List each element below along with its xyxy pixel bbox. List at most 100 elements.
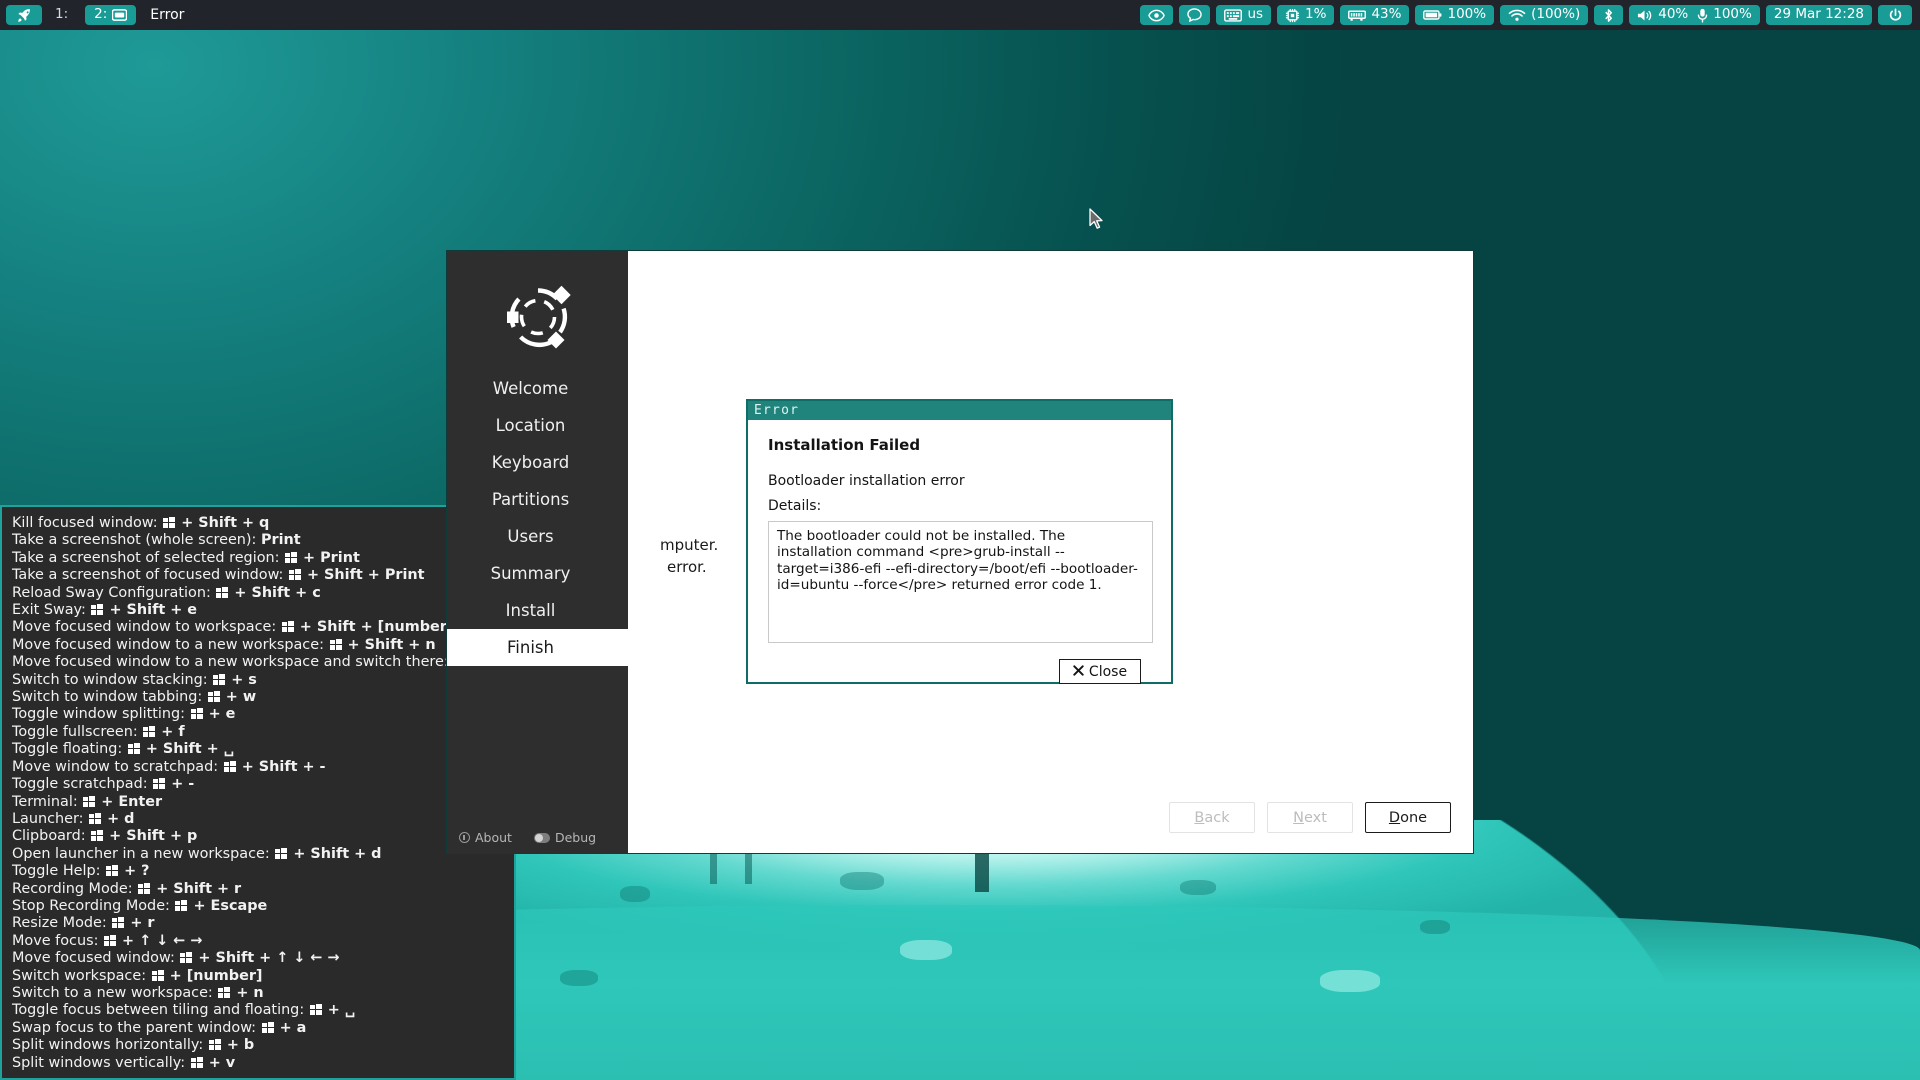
super-key-icon [83,796,95,807]
installer-nav-item-users[interactable]: Users [447,518,628,555]
help-shortcut-keys: + Shift + - [223,759,326,775]
desktop-screen: 1: 2: Error [0,0,1920,1080]
super-key-icon [282,621,294,632]
close-button[interactable]: Close [1059,659,1141,684]
next-button[interactable]: Next [1267,802,1353,833]
installer-nav-label: Summary [491,564,571,583]
focused-window-title: Error [150,7,184,23]
network-label: (100%) [1531,8,1580,22]
bluetooth-indicator[interactable] [1594,5,1623,25]
about-button[interactable]: About [459,830,512,845]
notifications-button[interactable] [1179,5,1210,25]
help-shortcut-keys: + Shift + e [90,602,197,618]
help-shortcut-row: Move focused window to workspace: + Shif… [12,619,514,636]
launcher-button[interactable] [6,5,42,25]
help-shortcut-keys: + Shift + [number] [281,619,454,635]
workspace-button-2[interactable]: 2: [85,5,136,25]
done-mnemonic: D [1389,810,1400,826]
battery-indicator[interactable]: 100% [1415,5,1494,25]
help-shortcut-keys: + f [142,724,184,740]
memory-usage-label: 43% [1371,8,1401,22]
help-shortcut-label: Terminal: [12,794,82,810]
close-label: Close [1089,664,1127,680]
audio-indicator[interactable]: 40% 100% [1629,5,1760,25]
help-shortcut-label: Recording Mode: [12,881,137,897]
help-shortcut-row: Split windows vertically: + v [12,1055,514,1072]
battery-icon [1423,9,1442,21]
help-shortcut-label: Launcher: [12,811,88,827]
help-shortcut-keys: + Shift + ␣ [127,741,234,757]
help-shortcut-row: Switch to a new workspace: + n [12,985,514,1002]
installer-nav-item-partitions[interactable]: Partitions [447,481,628,518]
super-key-icon [91,830,103,841]
super-key-icon [213,674,225,685]
eye-icon [1148,9,1165,22]
help-shortcut-keys: + Shift + n [329,637,436,653]
memory-usage-indicator[interactable]: 43% [1340,5,1409,25]
help-shortcut-keys: + ␣ [309,1002,355,1018]
calamares-logo-icon [497,276,579,358]
installer-nav-item-finish[interactable]: Finish [447,629,628,666]
help-shortcut-label: Split windows horizontally: [12,1037,208,1053]
help-shortcut-row: Switch workspace: + [number] [12,968,514,985]
back-mnemonic: B [1194,810,1204,826]
error-details-label: Details: [768,498,1153,514]
installer-nav-item-summary[interactable]: Summary [447,555,628,592]
help-shortcut-label: Swap focus to the parent window: [12,1020,261,1036]
help-shortcut-row: Switch to window tabbing: + w [12,689,514,706]
installer-nav-item-location[interactable]: Location [447,407,628,444]
help-shortcut-label: Move focused window: [12,950,179,966]
installer-sidebar: Welcome LocationKeyboardPartitionsUsers Su… [447,251,628,853]
wallpaper-speck [620,886,650,902]
super-key-icon [112,917,124,928]
done-button[interactable]: Done [1365,802,1451,833]
error-dialog: Error Installation Failed Bootloader ins… [746,399,1173,684]
installer-nav-list: Welcome LocationKeyboardPartitionsUsers Su… [447,370,628,666]
help-shortcut-label: Toggle focus between tiling and floating… [12,1002,309,1018]
super-key-icon [191,1057,203,1068]
help-shortcut-keys: + n [217,985,263,1001]
cpu-usage-indicator[interactable]: 1% [1277,5,1334,25]
idle-inhibitor-button[interactable] [1140,5,1173,25]
super-key-icon [209,1039,221,1050]
installer-nav-item-keyboard[interactable]: Keyboard [447,444,628,481]
super-key-icon [106,865,118,876]
debug-toggle[interactable]: Debug [534,830,596,845]
network-indicator[interactable]: (100%) [1500,5,1588,25]
next-mnemonic: N [1293,810,1304,826]
super-key-icon [310,1004,322,1015]
super-key-icon [216,587,228,598]
error-details-box[interactable]: The bootloader could not be installed. T… [768,521,1153,643]
status-bar-left: 1: 2: Error [0,0,184,30]
help-shortcut-row: Terminal: + Enter [12,794,514,811]
wallpaper-speck [840,872,884,890]
workspace-button-1[interactable]: 1: [46,5,77,25]
installer-nav-item-welcome[interactable]: Welcome [447,370,628,407]
super-key-icon [104,935,116,946]
keyboard-layout-indicator[interactable]: us [1216,5,1271,25]
error-dialog-titlebar[interactable]: Error [748,401,1171,420]
clock[interactable]: 29 Mar 12:28 [1766,5,1872,25]
volume-label: 40% [1658,8,1688,22]
help-shortcut-keys: + Shift + q [162,515,269,531]
status-bar-tray: us 1% 43% 100% [1140,5,1920,25]
super-key-icon [218,987,230,998]
installer-nav-label: Welcome [493,379,568,398]
installer-nav-item-install[interactable]: Install [447,592,628,629]
back-button[interactable]: Back [1169,802,1255,833]
help-shortcut-label: Toggle Help: [12,863,105,879]
help-shortcut-row: Open launcher in a new workspace: + Shif… [12,846,514,863]
about-label: About [475,830,512,845]
help-shortcut-keys: + Shift + Print [288,567,425,583]
help-shortcut-row: Toggle scratchpad: + - [12,776,514,793]
power-button[interactable] [1878,5,1912,25]
super-key-icon [330,639,342,650]
help-shortcut-row: Kill focused window: + Shift + q [12,515,514,532]
help-shortcut-label: Move focused window to workspace: [12,619,281,635]
help-shortcut-label: Toggle scratchpad: [12,776,152,792]
help-shortcut-label: Take a screenshot (whole screen): [12,532,261,548]
super-key-icon [163,517,175,528]
cpu-usage-label: 1% [1305,8,1326,22]
help-shortcut-label: Move window to scratchpad: [12,759,223,775]
help-shortcut-row: Reload Sway Configuration: + Shift + c [12,585,514,602]
